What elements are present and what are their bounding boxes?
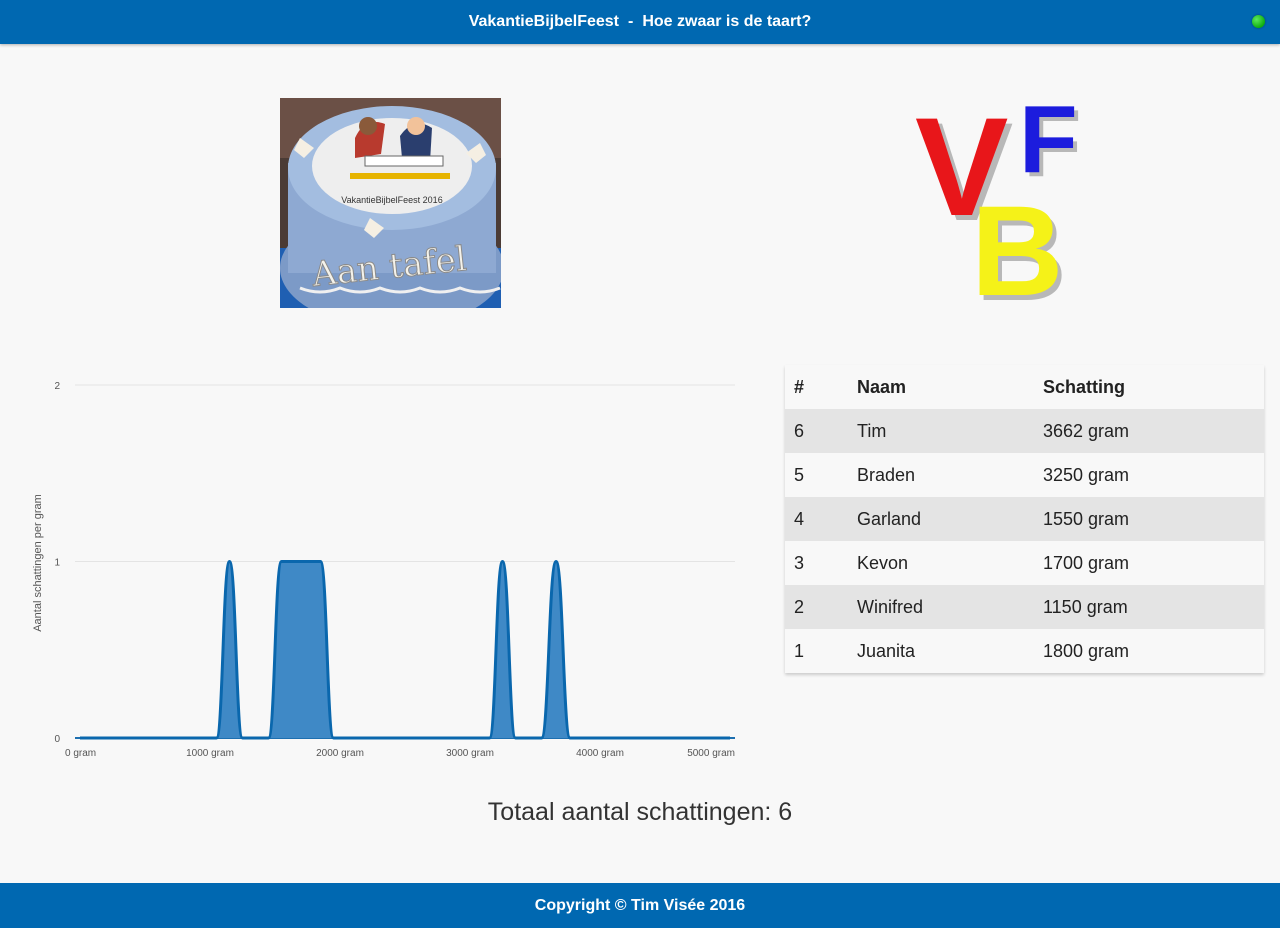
row-number: 5 xyxy=(794,464,805,485)
vbf-logo: V V F F B B xyxy=(905,86,1125,328)
row-name: Garland xyxy=(857,508,922,529)
y-tick-label: 0 xyxy=(54,734,60,745)
chart-x-ticks: 0 gram 1000 gram 2000 gram 3000 gram 4000 gr… xyxy=(65,748,735,759)
x-tick-label: 0 gram xyxy=(65,748,96,759)
table-header-row: # Naam Schatting xyxy=(785,365,1264,409)
row-estimate: 3662 gram xyxy=(1043,420,1130,441)
row-estimate: 3250 gram xyxy=(1043,464,1130,485)
cake-caption: VakantieBijbelFeest 2016 xyxy=(341,195,442,205)
row-number: 3 xyxy=(794,552,805,573)
logo-letter-f: F xyxy=(1019,90,1078,193)
row-name: Braden xyxy=(857,464,916,485)
page-title: Hoe zwaar is de taart? xyxy=(642,13,812,30)
title-separator: - xyxy=(628,13,634,30)
row-number: 2 xyxy=(794,596,805,617)
row-name: Juanita xyxy=(857,640,916,661)
top-bar: VakantieBijbelFeest - Hoe zwaar is de ta… xyxy=(0,0,1280,44)
series-area-fill xyxy=(80,561,730,738)
x-tick-label: 4000 gram xyxy=(576,748,624,759)
y-tick-label: 1 xyxy=(54,558,60,569)
site-name: VakantieBijbelFeest xyxy=(468,13,619,30)
total-estimates: Totaal aantal schattingen: 6 xyxy=(487,798,793,826)
column-header-name: Naam xyxy=(857,376,907,397)
row-number: 4 xyxy=(794,508,805,529)
x-tick-label: 1000 gram xyxy=(186,748,234,759)
estimates-table: # Naam Schatting 6 Tim 3662 gram 5 Brade… xyxy=(785,365,1264,673)
connection-status-icon xyxy=(1252,15,1265,28)
estimates-chart: 0 1 2 0 gram 1000 gram 2000 gram 3000 gram 400… xyxy=(0,360,760,780)
table-row: 6 Tim 3662 gram xyxy=(785,409,1264,453)
table-row: 3 Kevon 1700 gram xyxy=(785,541,1264,585)
footer: Copyright © Tim Visée 2016 xyxy=(0,883,1280,928)
row-estimate: 1550 gram xyxy=(1043,508,1130,529)
copyright-text: Copyright © Tim Visée 2016 xyxy=(534,896,746,914)
series-line xyxy=(79,559,730,740)
column-header-number: # xyxy=(794,376,805,397)
row-name: Tim xyxy=(857,420,887,441)
chart-y-axis-label: Aantal schattingen per gram xyxy=(32,494,44,632)
row-name: Winifred xyxy=(857,596,924,617)
x-tick-label: 5000 gram xyxy=(687,748,735,759)
chart-area-series xyxy=(79,559,730,740)
row-name: Kevon xyxy=(857,552,909,573)
table-row: 2 Winifred 1150 gram xyxy=(785,585,1264,629)
row-estimate: 1150 gram xyxy=(1043,596,1128,617)
table-row: 1 Juanita 1800 gram xyxy=(785,629,1264,673)
chart-gridlines xyxy=(75,384,735,739)
x-tick-label: 3000 gram xyxy=(446,748,494,759)
table-row: 5 Braden 3250 gram xyxy=(785,453,1264,497)
row-estimate: 1700 gram xyxy=(1043,552,1130,573)
row-estimate: 1800 gram xyxy=(1043,640,1130,661)
row-number: 1 xyxy=(794,640,805,661)
table-row: 4 Garland 1550 gram xyxy=(785,497,1264,541)
column-header-estimate: Schatting xyxy=(1043,376,1126,397)
logo-letter-b: B xyxy=(971,180,1063,310)
x-tick-label: 2000 gram xyxy=(316,748,364,759)
row-number: 6 xyxy=(794,420,805,441)
cake-image: VakantieBijbelFeest 2016 Aan tafel xyxy=(280,98,501,308)
chart-y-ticks: 0 1 2 xyxy=(54,381,60,745)
y-tick-label: 2 xyxy=(54,381,60,392)
